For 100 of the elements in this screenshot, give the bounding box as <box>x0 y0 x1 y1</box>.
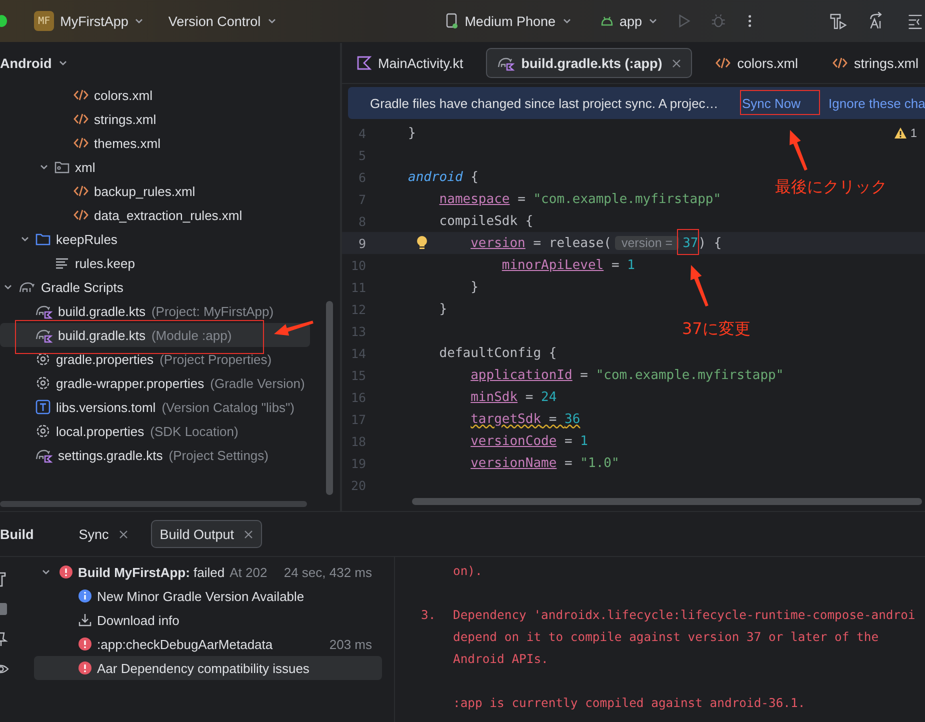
run-config-selector[interactable]: app <box>600 14 658 28</box>
code-file-icon <box>715 56 732 70</box>
close-icon[interactable] <box>672 58 682 68</box>
code-line: minorApiLevel = 1 <box>502 258 635 272</box>
file-name: build.gradle.kts <box>58 304 146 318</box>
chevron-down-icon[interactable] <box>20 234 30 244</box>
build-tree-item[interactable]: Build MyFirstApp: failed At 202 24 sec, 432 ms <box>34 560 382 584</box>
file-name: Gradle Scripts <box>41 280 124 294</box>
file-name: strings.xml <box>94 112 156 126</box>
editor-tab[interactable]: colors.xml <box>704 48 810 78</box>
chevron-down-icon[interactable] <box>39 162 49 172</box>
error-icon <box>78 637 92 651</box>
tree-item[interactable]: build.gradle.kts (Project: MyFirstApp) <box>0 299 340 323</box>
code-line: android { <box>408 170 478 184</box>
code-file-icon <box>73 112 89 126</box>
tree-item[interactable]: backup_rules.xml <box>0 179 340 203</box>
chevron-down-icon[interactable] <box>41 567 51 577</box>
build-duration: 24 sec, 432 ms <box>284 564 372 580</box>
file-name: keepRules <box>56 232 118 246</box>
code-line: version = release( version = 37) { <box>470 236 722 250</box>
file-name: rules.keep <box>75 256 135 270</box>
code-line: compileSdk { <box>439 214 534 228</box>
chevron-down-icon[interactable] <box>58 58 68 68</box>
build-message: New Minor Gradle Version Available <box>97 588 304 604</box>
build-tree-item[interactable]: Download info <box>34 608 382 632</box>
file-detail: (Version Catalog "libs") <box>162 400 294 414</box>
gear-icon <box>35 351 51 367</box>
tree-item[interactable]: rules.keep <box>0 251 340 275</box>
tree-item[interactable]: keepRules <box>0 227 340 251</box>
tree-item[interactable]: colors.xml <box>0 83 340 107</box>
panel-title: Build <box>0 526 34 542</box>
project-selector[interactable]: MF MyFirstApp <box>34 11 144 31</box>
close-icon[interactable] <box>118 530 128 538</box>
annotation-text: 37に変更 <box>682 319 750 340</box>
file-name: local.properties <box>56 424 144 438</box>
warning-count[interactable]: 1 <box>894 126 917 140</box>
highlight-box <box>677 229 699 255</box>
build-tree-item[interactable]: New Minor Gradle Version Available <box>34 584 382 608</box>
build-tree-item[interactable]: :app:checkDebugAarMetadata 203 ms <box>34 632 382 656</box>
tree-item[interactable]: gradle-wrapper.properties (Gradle Version) <box>0 371 340 395</box>
editor-tab[interactable]: build.gradle.kts (:app) <box>486 48 692 78</box>
gear-icon <box>35 423 51 439</box>
annotation-arrow <box>274 320 314 336</box>
phone-icon <box>444 13 459 29</box>
line-number: 9 <box>357 236 366 250</box>
t-file-icon <box>35 399 51 415</box>
file-name: build.gradle.kts <box>58 328 146 342</box>
tree-item[interactable]: libs.versions.toml (Version Catalog "libs") <box>0 395 340 419</box>
tree-item[interactable]: Gradle Scripts <box>0 275 340 299</box>
more-icon[interactable] <box>748 13 752 29</box>
file-detail: (Module :app) <box>151 328 232 342</box>
file-name: libs.versions.toml <box>56 400 156 414</box>
output-line: depend on it to compile against version 37 or later of the <box>453 629 880 646</box>
tree-item[interactable]: build.gradle.kts (Module :app) <box>0 323 310 347</box>
code-file-icon <box>73 208 89 222</box>
tree-item[interactable]: xml <box>0 155 340 179</box>
lightbulb-icon[interactable] <box>416 235 428 251</box>
editor-tab[interactable]: strings.xml <box>821 48 925 78</box>
file-detail: (Project Settings) <box>168 448 268 462</box>
scrollbar[interactable] <box>326 301 333 495</box>
banner-link[interactable]: Ignore these cha <box>820 92 925 114</box>
build-tree-item[interactable]: Aar Dependency compatibility issues <box>34 656 382 680</box>
scrollbar[interactable] <box>412 498 922 505</box>
banner-link[interactable]: Sync Now <box>734 92 809 114</box>
file-name: xml <box>75 160 96 174</box>
tree-item[interactable]: strings.xml <box>0 107 340 131</box>
annotation-arrow <box>790 130 808 171</box>
code-line: targetSdk = 36 <box>470 412 580 426</box>
editor-tab[interactable]: MainActivity.kt <box>345 48 474 78</box>
chevron-down-icon[interactable] <box>562 16 572 26</box>
text-file-icon <box>54 256 70 270</box>
file-name: data_extraction_rules.xml <box>94 208 242 222</box>
scrollbar[interactable] <box>0 501 307 507</box>
output-line: :app is currently compiled against android-36.1. <box>453 695 806 712</box>
chevron-down-icon[interactable] <box>648 16 658 26</box>
file-name: backup_rules.xml <box>94 184 196 198</box>
project-view-selector[interactable]: Android <box>0 56 68 70</box>
tree-item[interactable]: themes.xml <box>0 131 340 155</box>
panel-tab[interactable]: Build Output <box>150 520 262 548</box>
output-line: Dependency 'androidx.lifecycle:lifecycle-runtime-compose-androi <box>453 607 916 624</box>
chevron-down-icon[interactable] <box>3 282 13 292</box>
tree-item[interactable]: local.properties (SDK Location) <box>0 419 340 443</box>
info-icon <box>78 589 92 603</box>
device-selector[interactable]: Medium Phone <box>444 13 572 29</box>
chevron-down-icon[interactable] <box>134 16 144 26</box>
close-icon[interactable] <box>244 530 254 538</box>
code-line: versionCode = 1 <box>470 434 588 448</box>
tree-item[interactable]: settings.gradle.kts (Project Settings) <box>0 443 340 467</box>
tree-item[interactable]: gradle.properties (Project Properties) <box>0 347 340 371</box>
chevron-down-icon[interactable] <box>266 16 277 26</box>
code-line: } <box>470 280 478 294</box>
tree-item[interactable]: data_extraction_rules.xml <box>0 203 340 227</box>
vcs-menu[interactable]: Version Control <box>168 14 277 28</box>
elephant-icon <box>18 280 36 294</box>
file-name: colors.xml <box>94 88 153 102</box>
annotation-arrow <box>690 265 708 306</box>
code-file-icon <box>73 88 89 102</box>
folder-icon <box>35 232 51 246</box>
file-detail: (SDK Location) <box>150 424 238 438</box>
panel-tab[interactable]: Sync <box>70 520 137 548</box>
